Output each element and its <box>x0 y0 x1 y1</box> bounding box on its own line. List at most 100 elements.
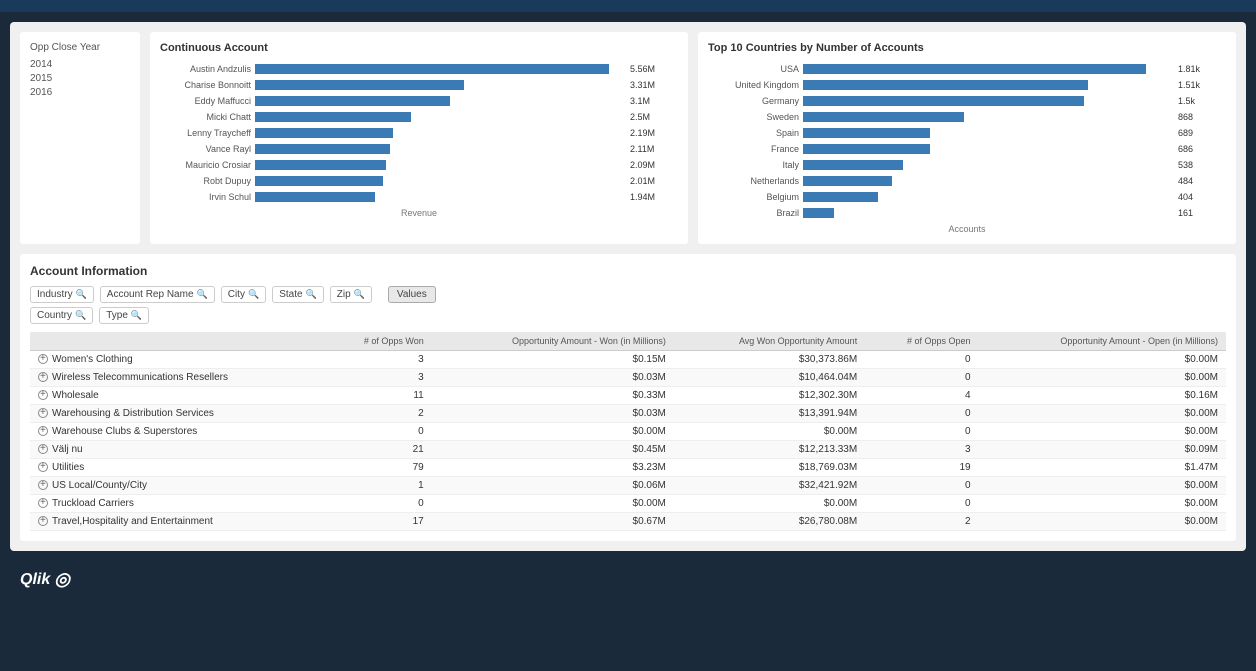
countries-bar-row: Germany1.5k <box>708 94 1176 108</box>
filter-country[interactable]: Country 🔍 <box>30 307 93 324</box>
continuous-axis-label: Revenue <box>160 208 678 218</box>
table-row[interactable]: Women's Clothing3$0.15M$30,373.86M0$0.00… <box>30 351 1226 369</box>
filter-industry[interactable]: Industry 🔍 <box>30 286 94 303</box>
year-2014[interactable]: 2014 <box>30 59 130 70</box>
table-row[interactable]: Utilities79$3.23M$18,769.03M19$1.47M <box>30 459 1226 477</box>
country-bar-value: 1.5k <box>1178 96 1195 106</box>
country-bar-value: 404 <box>1178 192 1193 202</box>
year-2015[interactable]: 2015 <box>30 73 130 84</box>
bar-label: Vance Rayl <box>160 144 255 154</box>
continuous-account-chart: Continuous Account Austin Andzulis5.56MC… <box>150 32 688 244</box>
country-bar-value: 1.81k <box>1178 64 1200 74</box>
continuous-bar-row: Eddy Maffucci3.1M <box>160 94 628 108</box>
year-filter-title: Opp Close Year <box>30 42 130 53</box>
country-bar-label: United Kingdom <box>708 80 803 90</box>
row-opps-won: 17 <box>324 513 432 531</box>
table-row[interactable]: Truckload Carriers0$0.00M$0.00M0$0.00M <box>30 495 1226 513</box>
table-row[interactable]: US Local/County/City1$0.06M$32,421.92M0$… <box>30 477 1226 495</box>
bar-wrapper: 2.11M <box>255 143 628 155</box>
filter-zip[interactable]: Zip 🔍 <box>330 286 372 303</box>
country-bar-wrapper: 161 <box>803 207 1176 219</box>
year-2016[interactable]: 2016 <box>30 87 130 98</box>
countries-bar-row: Italy538 <box>708 158 1176 172</box>
row-opps-won: 3 <box>324 369 432 387</box>
country-bar <box>803 192 878 202</box>
row-industry-name: US Local/County/City <box>30 477 324 495</box>
row-industry-name: Välj nu <box>30 441 324 459</box>
country-bar-wrapper: 484 <box>803 175 1176 187</box>
countries-bar-row: Netherlands484 <box>708 174 1176 188</box>
table-row[interactable]: Warehousing & Distribution Services2$0.0… <box>30 405 1226 423</box>
col-amt-won: Opportunity Amount - Won (in Millions) <box>432 332 674 351</box>
country-bar-wrapper: 1.51k <box>803 79 1176 91</box>
table-row[interactable]: Wholesale11$0.33M$12,302.30M4$0.16M <box>30 387 1226 405</box>
filter-account-rep[interactable]: Account Rep Name 🔍 <box>100 286 215 303</box>
countries-bar-row: Spain689 <box>708 126 1176 140</box>
country-bar-value: 538 <box>1178 160 1193 170</box>
filter-row-1: Industry 🔍 Account Rep Name 🔍 City 🔍 Sta… <box>30 286 1226 303</box>
row-amt-won: $3.23M <box>432 459 674 477</box>
table-row[interactable]: Travel,Hospitality and Entertainment17$0… <box>30 513 1226 531</box>
country-bar-value: 686 <box>1178 144 1193 154</box>
row-expand-icon[interactable] <box>38 372 48 382</box>
country-bar-value: 1.51k <box>1178 80 1200 90</box>
filter-state-label: State <box>279 289 302 300</box>
row-expand-icon[interactable] <box>38 444 48 454</box>
country-bar-wrapper: 1.5k <box>803 95 1176 107</box>
row-expand-icon[interactable] <box>38 480 48 490</box>
row-expand-icon[interactable] <box>38 390 48 400</box>
state-search-icon: 🔍 <box>306 289 317 300</box>
table-row[interactable]: Warehouse Clubs & Superstores0$0.00M$0.0… <box>30 423 1226 441</box>
row-amt-open: $0.00M <box>979 513 1226 531</box>
filter-type[interactable]: Type 🔍 <box>99 307 149 324</box>
bar-label: Eddy Maffucci <box>160 96 255 106</box>
row-expand-icon[interactable] <box>38 462 48 472</box>
row-opps-open: 0 <box>865 369 978 387</box>
row-amt-won: $0.03M <box>432 369 674 387</box>
country-bar-wrapper: 689 <box>803 127 1176 139</box>
continuous-bar-row: Lenny Traycheff2.19M <box>160 126 628 140</box>
row-expand-icon[interactable] <box>38 516 48 526</box>
row-expand-icon[interactable] <box>38 498 48 508</box>
country-bar <box>803 96 1084 106</box>
bar <box>255 144 390 154</box>
row-opps-open: 0 <box>865 477 978 495</box>
row-industry-name: Women's Clothing <box>30 351 324 369</box>
row-amt-open: $0.00M <box>979 477 1226 495</box>
country-bar-label: France <box>708 144 803 154</box>
table-row[interactable]: Välj nu21$0.45M$12,213.33M3$0.09M <box>30 441 1226 459</box>
country-bar <box>803 176 892 186</box>
row-opps-won: 0 <box>324 423 432 441</box>
values-button[interactable]: Values <box>388 286 436 303</box>
row-expand-icon[interactable] <box>38 408 48 418</box>
row-opps-open: 0 <box>865 423 978 441</box>
col-name <box>30 332 324 351</box>
row-amt-won: $0.15M <box>432 351 674 369</box>
row-industry-name: Truckload Carriers <box>30 495 324 513</box>
row-amt-open: $0.00M <box>979 351 1226 369</box>
filter-city[interactable]: City 🔍 <box>221 286 266 303</box>
row-expand-icon[interactable] <box>38 426 48 436</box>
table-row[interactable]: Wireless Telecommunications Resellers3$0… <box>30 369 1226 387</box>
city-search-icon: 🔍 <box>248 289 259 300</box>
row-amt-open: $0.09M <box>979 441 1226 459</box>
row-amt-won: $0.45M <box>432 441 674 459</box>
countries-bar-row: France686 <box>708 142 1176 156</box>
country-bar <box>803 64 1146 74</box>
row-amt-won: $0.00M <box>432 495 674 513</box>
zip-search-icon: 🔍 <box>354 289 365 300</box>
continuous-bar-row: Robt Dupuy2.01M <box>160 174 628 188</box>
bar-wrapper: 2.19M <box>255 127 628 139</box>
row-opps-open: 0 <box>865 495 978 513</box>
country-bar-label: Netherlands <box>708 176 803 186</box>
row-expand-icon[interactable] <box>38 354 48 364</box>
bar-wrapper: 5.56M <box>255 63 628 75</box>
row-amt-open: $0.00M <box>979 369 1226 387</box>
countries-bar-row: Sweden868 <box>708 110 1176 124</box>
countries-bar-row: USA1.81k <box>708 62 1176 76</box>
continuous-bar-row: Irvin Schul1.94M <box>160 190 628 204</box>
filter-state[interactable]: State 🔍 <box>272 286 324 303</box>
bar-label: Austin Andzulis <box>160 64 255 74</box>
row-amt-won: $0.00M <box>432 423 674 441</box>
account-rep-search-icon: 🔍 <box>197 289 208 300</box>
